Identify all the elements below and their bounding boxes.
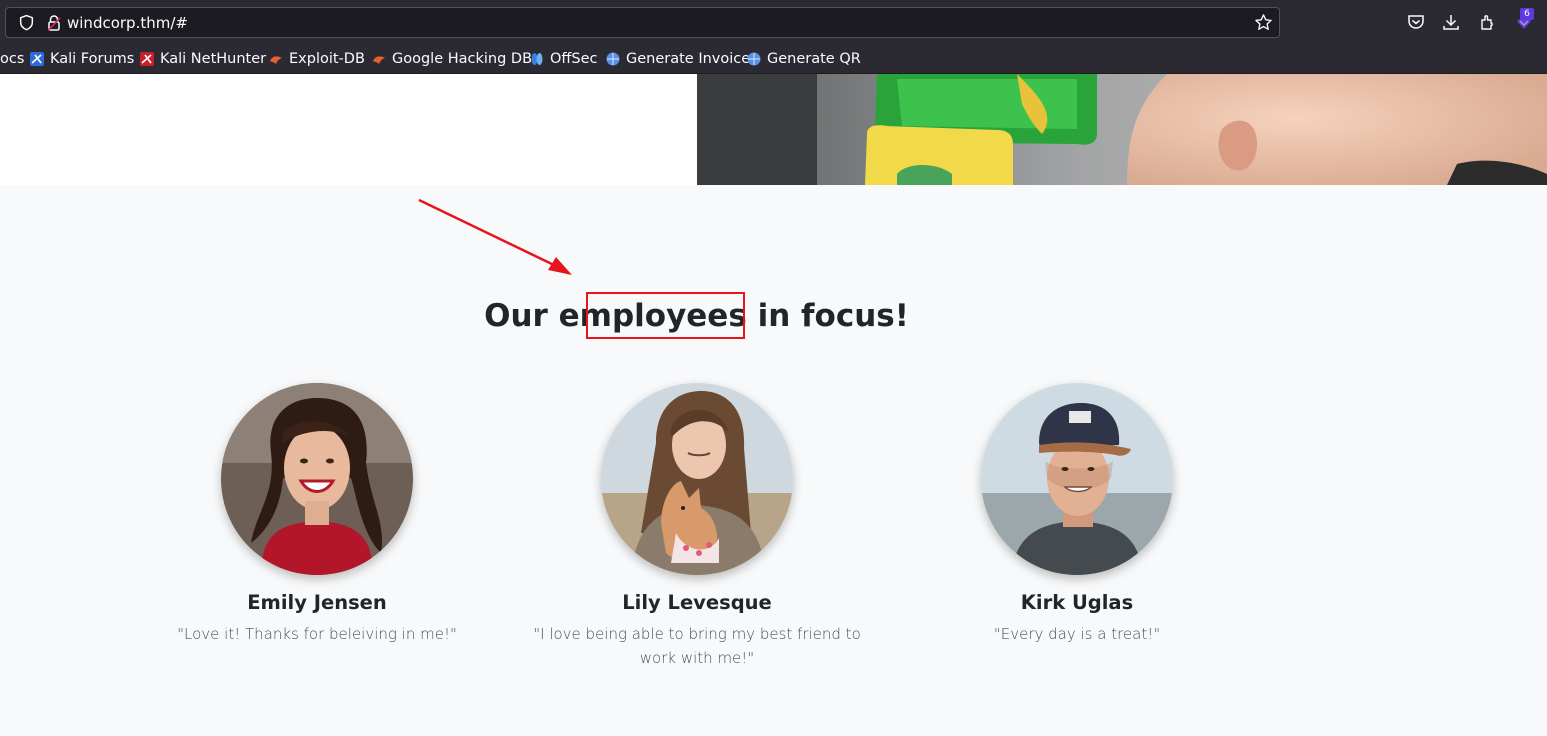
employee-quote: "Every day is a treat!"	[993, 625, 1161, 643]
employee-name: Kirk Uglas	[1020, 591, 1134, 614]
insecure-lock-icon[interactable]	[46, 14, 62, 32]
bookmark-star-icon[interactable]	[1254, 13, 1273, 32]
hero-blank-panel	[0, 74, 697, 185]
annotation-highlight-box	[586, 292, 745, 339]
employee-card: Lily Levesque "I love being able to brin…	[517, 383, 877, 670]
globe-icon	[606, 52, 620, 66]
employee-photo	[221, 383, 413, 575]
employee-photo	[601, 383, 793, 575]
browser-toolbar: windcorp.thm/# 6	[0, 0, 1547, 44]
employee-name: Emily Jensen	[247, 591, 387, 614]
extensions-icon[interactable]	[1478, 12, 1498, 32]
bookmark-label: Google Hacking DB	[392, 51, 533, 67]
bookmark-google-hacking-db[interactable]: Google Hacking DB	[372, 44, 532, 74]
hero-image	[697, 74, 1547, 185]
bookmark-label: Generate Invoice	[626, 51, 751, 67]
exploit-db-icon	[270, 56, 282, 64]
bookmark-offsec[interactable]: OffSec	[530, 44, 598, 74]
bookmark-label: Exploit-DB	[289, 51, 365, 67]
bookmark-generate-qr[interactable]: Generate QR	[747, 44, 861, 74]
shield-icon[interactable]	[18, 14, 35, 31]
url-text[interactable]: windcorp.thm/#	[67, 14, 188, 32]
bookmark-kali-forums[interactable]: Kali Forums	[30, 44, 134, 74]
bookmark-label: Generate QR	[767, 51, 861, 67]
employee-card: Kirk Uglas "Every day is a treat!"	[897, 383, 1257, 646]
bookmarks-toolbar: ocs Kali Forums Kali NetHunter Exploit-D…	[0, 44, 1547, 74]
pocket-icon[interactable]	[1406, 12, 1426, 32]
heading-text-before: Our	[484, 298, 559, 334]
kali-nethunter-icon	[140, 52, 154, 66]
employee-name: Lily Levesque	[622, 591, 772, 614]
employee-quote: "Love it! Thanks for beleiving in me!"	[177, 625, 457, 643]
address-bar[interactable]: windcorp.thm/#	[5, 7, 1280, 38]
globe-icon	[747, 52, 761, 66]
heading-text-after: in focus!	[746, 298, 909, 334]
bookmark-generate-invoice[interactable]: Generate Invoice	[606, 44, 750, 74]
bookmark-kali-nethunter[interactable]: Kali NetHunter	[140, 44, 266, 74]
bookmark-exploit-db[interactable]: Exploit-DB	[269, 44, 365, 74]
bookmark-docs[interactable]: ocs	[0, 44, 24, 74]
offsec-icon	[531, 53, 543, 65]
download-icon[interactable]	[1441, 12, 1461, 32]
extension-badge: 6	[1520, 8, 1534, 20]
ghdb-icon	[373, 56, 385, 64]
bookmark-label: Kali NetHunter	[160, 51, 267, 67]
bookmark-label: ocs	[0, 51, 25, 67]
employee-card: Emily Jensen "Love it! Thanks for beleiv…	[137, 383, 497, 646]
employee-photo	[981, 383, 1173, 575]
bookmark-label: Kali Forums	[50, 51, 135, 67]
employee-quote: "I love being able to bring my best frie…	[533, 625, 861, 667]
kali-forums-icon	[30, 52, 44, 66]
bookmark-label: OffSec	[550, 51, 598, 67]
